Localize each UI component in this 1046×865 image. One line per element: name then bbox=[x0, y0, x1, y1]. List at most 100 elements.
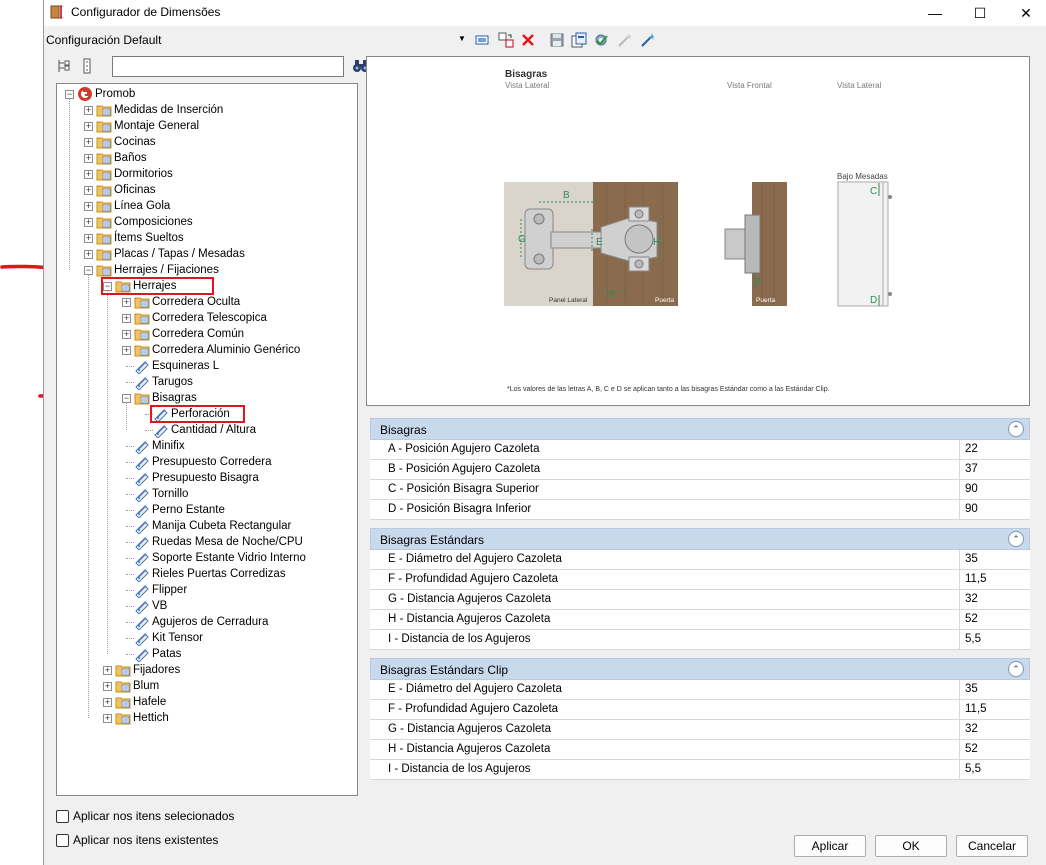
expand-toggle-icon[interactable]: + bbox=[84, 170, 93, 179]
tree-node-label: Placas / Tapas / Mesadas bbox=[114, 248, 245, 260]
expand-toggle-icon[interactable]: + bbox=[84, 250, 93, 259]
expand-toggle-icon[interactable]: + bbox=[122, 314, 131, 323]
property-value-field[interactable]: 32 bbox=[959, 720, 1030, 740]
save-icon[interactable] bbox=[549, 32, 565, 48]
expand-toggle-icon[interactable]: + bbox=[122, 298, 131, 307]
wand-icon[interactable] bbox=[640, 32, 656, 48]
chevron-down-icon[interactable]: ▼ bbox=[458, 34, 466, 43]
minimize-button[interactable]: — bbox=[912, 0, 958, 26]
tree-node-herrajes-item[interactable]: Flipper bbox=[57, 582, 357, 599]
tree-node-level1[interactable]: + Dormitorios bbox=[57, 166, 357, 182]
tree-node-cantidad-altura[interactable]: Cantidad / Altura bbox=[57, 422, 357, 439]
property-value-field[interactable]: 52 bbox=[959, 610, 1030, 630]
ok-button[interactable]: OK bbox=[875, 835, 947, 857]
expand-toggle-icon[interactable]: + bbox=[103, 714, 112, 723]
export-icon[interactable] bbox=[571, 32, 587, 48]
tree-node-level2[interactable]: + Hettich bbox=[57, 710, 357, 726]
tree-node-level1[interactable]: + Placas / Tapas / Mesadas bbox=[57, 246, 357, 262]
apply-button[interactable]: Aplicar bbox=[794, 835, 866, 857]
delete-icon[interactable] bbox=[520, 32, 536, 48]
property-value-field[interactable]: 32 bbox=[959, 590, 1030, 610]
maximize-button[interactable]: ☐ bbox=[957, 0, 1003, 26]
tree-node-herrajes-item[interactable]: Soporte Estante Vidrio Interno bbox=[57, 550, 357, 567]
tree-node-herrajes-item[interactable]: Tarugos bbox=[57, 374, 357, 391]
property-value-field[interactable]: 52 bbox=[959, 740, 1030, 760]
expand-toggle-icon[interactable]: + bbox=[84, 106, 93, 115]
tree-node-promob[interactable]: − Promob bbox=[57, 86, 357, 102]
tree-node-label: Corredera Común bbox=[152, 328, 245, 340]
property-value-field[interactable]: 35 bbox=[959, 550, 1030, 570]
tree-node-level1[interactable]: + Cocinas bbox=[57, 134, 357, 150]
expand-toggle-icon[interactable]: + bbox=[122, 346, 131, 355]
tree-node-herrajes-item[interactable]: Tornillo bbox=[57, 486, 357, 503]
screen-icon[interactable] bbox=[474, 32, 490, 48]
tree-node-herrajes-item[interactable]: Presupuesto Bisagra bbox=[57, 470, 357, 487]
tree-node-herrajes-folder[interactable]: + Corredera Aluminio Genérico bbox=[57, 342, 357, 358]
tree-search-input[interactable] bbox=[112, 56, 344, 77]
collapse-section-icon[interactable]: ⌃ bbox=[1008, 661, 1024, 677]
tree-node-herrajes-item[interactable]: Presupuesto Corredera bbox=[57, 454, 357, 471]
section-header[interactable]: Bisagras Estándars ⌃ bbox=[370, 528, 1030, 550]
expand-toggle-icon[interactable]: + bbox=[84, 154, 93, 163]
property-value-field[interactable]: 90 bbox=[959, 500, 1030, 520]
tree-node-herrajes-item[interactable]: VB bbox=[57, 598, 357, 615]
expand-toggle-icon[interactable]: + bbox=[84, 218, 93, 227]
tree-node-level1[interactable]: + Medidas de Inserción bbox=[57, 102, 357, 118]
expand-toggle-icon[interactable]: + bbox=[103, 666, 112, 675]
tree-node-herrajes-item[interactable]: Agujeros de Cerradura bbox=[57, 614, 357, 631]
tree-node-level1[interactable]: + Línea Gola bbox=[57, 198, 357, 214]
tree-node-herrajes-item[interactable]: Rieles Puertas Corredizas bbox=[57, 566, 357, 583]
property-value-field[interactable]: 22 bbox=[959, 440, 1030, 460]
tree-node-bisagras[interactable]: − Bisagras bbox=[57, 390, 357, 406]
apply-existing-checkbox[interactable] bbox=[56, 834, 69, 847]
expand-toggle-icon[interactable]: + bbox=[84, 186, 93, 195]
expand-toggle-icon[interactable]: + bbox=[103, 682, 112, 691]
collapse-section-icon[interactable]: ⌃ bbox=[1008, 421, 1024, 437]
property-value-field[interactable]: 5,5 bbox=[959, 630, 1030, 650]
property-value-field[interactable]: 5,5 bbox=[959, 760, 1030, 780]
expand-toggle-icon[interactable]: + bbox=[84, 234, 93, 243]
settings-check-icon[interactable] bbox=[593, 32, 609, 48]
catalog-tree[interactable]: − Promob + Medidas de Inserción + Montaje Gen… bbox=[56, 83, 358, 796]
wand-disabled-icon[interactable] bbox=[617, 32, 633, 48]
tree-node-herrajes-item[interactable]: Perno Estante bbox=[57, 502, 357, 519]
collapse-tree-icon[interactable] bbox=[80, 58, 96, 74]
property-value-field[interactable]: 11,5 bbox=[959, 570, 1030, 590]
transfer-icon[interactable] bbox=[498, 32, 514, 48]
tree-node-level1[interactable]: − Herrajes / Fijaciones bbox=[57, 262, 357, 278]
expand-tree-icon[interactable] bbox=[56, 58, 72, 74]
expand-toggle-icon[interactable]: + bbox=[84, 122, 93, 131]
section-header[interactable]: Bisagras ⌃ bbox=[370, 418, 1030, 440]
tree-node-herrajes-item[interactable]: Minifix bbox=[57, 438, 357, 455]
section-header[interactable]: Bisagras Estándars Clip ⌃ bbox=[370, 658, 1030, 680]
tree-node-level1[interactable]: + Oficinas bbox=[57, 182, 357, 198]
tree-node-herrajes-item[interactable]: Kit Tensor bbox=[57, 630, 357, 647]
tree-node-herrajes-item[interactable]: Ruedas Mesa de Noche/CPU bbox=[57, 534, 357, 551]
tree-node-level2[interactable]: + Blum bbox=[57, 678, 357, 694]
property-value-field[interactable]: 35 bbox=[959, 680, 1030, 700]
tree-node-level1[interactable]: + Montaje General bbox=[57, 118, 357, 134]
property-value-field[interactable]: 90 bbox=[959, 480, 1030, 500]
collapse-section-icon[interactable]: ⌃ bbox=[1008, 531, 1024, 547]
tree-node-level1[interactable]: + Ítems Sueltos bbox=[57, 230, 357, 246]
tree-node-level2[interactable]: + Hafele bbox=[57, 694, 357, 710]
tree-node-level1[interactable]: + Composiciones bbox=[57, 214, 357, 230]
expand-toggle-icon[interactable]: + bbox=[103, 698, 112, 707]
tree-node-level2[interactable]: + Fijadores bbox=[57, 662, 357, 678]
expand-toggle-icon[interactable]: + bbox=[84, 202, 93, 211]
property-value-field[interactable]: 37 bbox=[959, 460, 1030, 480]
close-button[interactable]: ✕ bbox=[1003, 0, 1046, 26]
expand-toggle-icon[interactable]: + bbox=[122, 330, 131, 339]
property-value-field[interactable]: 11,5 bbox=[959, 700, 1030, 720]
tree-node-level1[interactable]: + Baños bbox=[57, 150, 357, 166]
tree-node-herrajes-item[interactable]: Esquineras L bbox=[57, 358, 357, 375]
tree-node-herrajes-folder[interactable]: + Corredera Oculta bbox=[57, 294, 357, 310]
tree-node-herrajes-item[interactable]: Patas bbox=[57, 646, 357, 663]
apply-selected-checkbox[interactable] bbox=[56, 810, 69, 823]
cancel-button[interactable]: Cancelar bbox=[956, 835, 1028, 857]
expand-toggle-icon[interactable]: + bbox=[84, 138, 93, 147]
tree-node-herrajes-folder[interactable]: + Corredera Telescopica bbox=[57, 310, 357, 326]
configuration-select[interactable]: Configuración Default bbox=[46, 33, 161, 47]
tree-node-herrajes-folder[interactable]: + Corredera Común bbox=[57, 326, 357, 342]
tree-node-herrajes-item[interactable]: Manija Cubeta Rectangular bbox=[57, 518, 357, 535]
